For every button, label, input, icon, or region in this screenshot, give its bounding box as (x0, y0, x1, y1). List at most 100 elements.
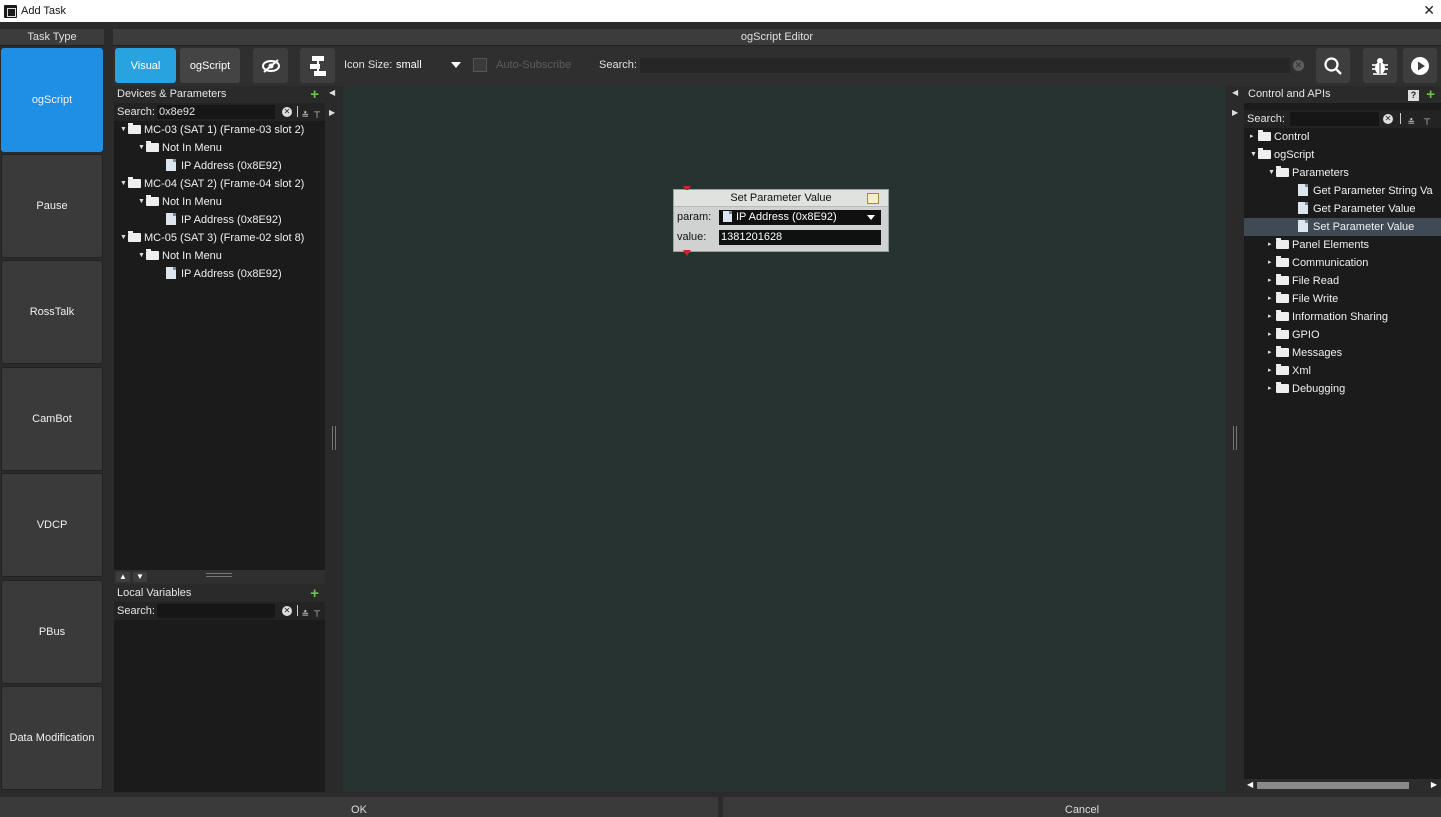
clear-search-icon[interactable]: ✕ (282, 107, 292, 117)
tree-item-information-sharing[interactable]: ▸ Information Sharing (1244, 308, 1441, 326)
resize-handle[interactable] (332, 426, 336, 450)
file-icon (1298, 202, 1308, 214)
tree-item-messages[interactable]: ▸ Messages (1244, 344, 1441, 362)
tree-item-set-parameter-value[interactable]: Set Parameter Value (1244, 218, 1441, 236)
expand-right-icon[interactable]: ▶ (1232, 108, 1238, 117)
expand-arrow-icon[interactable]: ▸ (1268, 272, 1276, 290)
devices-search-input[interactable]: 0x8e92 (157, 105, 275, 119)
expand-arrow-icon[interactable]: ▼ (1268, 164, 1276, 182)
tree-item-get-parameter-value[interactable]: Get Parameter Value (1244, 200, 1441, 218)
flowchart-icon[interactable] (300, 48, 335, 83)
move-down-icon[interactable]: ▼ (133, 572, 147, 582)
task-type-rosstalk-button[interactable]: RossTalk (1, 260, 103, 364)
expand-arrow-icon[interactable]: ▸ (1268, 308, 1276, 326)
expand-arrow-icon[interactable]: ▸ (1268, 326, 1276, 344)
expand-arrow-icon[interactable]: ▼ (120, 229, 128, 247)
move-up-icon[interactable]: ▲ (116, 572, 130, 582)
collapse-left-icon[interactable]: ◀ (1232, 88, 1238, 97)
bug-icon[interactable] (1363, 48, 1397, 83)
tree-item-parameters[interactable]: ▼ Parameters (1244, 164, 1441, 182)
tree-item-param[interactable]: IP Address (0x8E92) (114, 211, 325, 229)
expand-arrow-icon[interactable]: ▼ (120, 121, 128, 139)
expand-arrow-icon[interactable]: ▸ (1268, 380, 1276, 398)
task-type-cambot-button[interactable]: CamBot (1, 367, 103, 471)
task-type-pbus-button[interactable]: PBus (1, 580, 103, 684)
panel-splitter[interactable]: ▲ ▼ (114, 570, 325, 584)
eye-slash-icon[interactable] (253, 48, 288, 83)
tree-item-param[interactable]: IP Address (0x8E92) (114, 157, 325, 175)
expand-arrow-icon[interactable]: ▸ (1268, 362, 1276, 380)
tree-item-gpio[interactable]: ▸ GPIO (1244, 326, 1441, 344)
clear-search-icon[interactable]: ✕ (1293, 60, 1304, 71)
apis-search-input[interactable] (1290, 112, 1379, 126)
folder-icon (1276, 310, 1289, 321)
clear-search-icon[interactable]: ✕ (1383, 114, 1393, 124)
value-input[interactable]: 1381201628 (719, 230, 881, 245)
expand-arrow-icon[interactable]: ▸ (1268, 290, 1276, 308)
expand-arrow-icon[interactable]: ▸ (1268, 254, 1276, 272)
visual-mode-button[interactable]: Visual (115, 48, 176, 83)
play-icon[interactable] (1403, 48, 1437, 83)
local-variables-panel: Local Variables + Search: ✕ ≛ ⊤ (114, 585, 325, 792)
tree-item-communication[interactable]: ▸ Communication (1244, 254, 1441, 272)
tree-item-folder[interactable]: ▼ Not In Menu (114, 139, 325, 157)
collapse-all-icon[interactable]: ⊤ (313, 605, 321, 623)
visual-canvas[interactable]: Set Parameter Value param: IP Address (0… (343, 86, 1226, 792)
expand-right-icon[interactable]: ▶ (329, 108, 335, 117)
tree-item-ogscript[interactable]: ▼ ogScript (1244, 146, 1441, 164)
expand-arrow-icon[interactable]: ▸ (1250, 128, 1258, 146)
icon-size-select[interactable]: small (396, 55, 464, 75)
horizontal-scrollbar[interactable]: ◀ ▶ (1244, 779, 1441, 792)
edit-icon[interactable] (867, 193, 879, 204)
help-icon[interactable]: ? (1408, 90, 1419, 101)
local-variables-search-row: Search: ✕ ≛ ⊤ (114, 602, 325, 620)
tree-item-param[interactable]: IP Address (0x8E92) (114, 265, 325, 283)
tree-item-control[interactable]: ▸ Control (1244, 128, 1441, 146)
output-connector[interactable] (683, 250, 691, 256)
collapse-left-icon[interactable]: ◀ (329, 88, 335, 97)
param-select[interactable]: IP Address (0x8E92) (719, 210, 881, 225)
clear-search-icon[interactable]: ✕ (282, 606, 292, 616)
expand-arrow-icon[interactable]: ▼ (1250, 146, 1258, 164)
auto-subscribe-checkbox[interactable] (473, 58, 487, 72)
tree-item-file-write[interactable]: ▸ File Write (1244, 290, 1441, 308)
tree-item-folder[interactable]: ▼ Not In Menu (114, 247, 325, 265)
expand-all-icon[interactable]: ≛ (301, 605, 309, 623)
resize-handle[interactable] (1233, 426, 1237, 450)
expand-arrow-icon[interactable]: ▸ (1268, 236, 1276, 254)
tree-item-debugging[interactable]: ▸ Debugging (1244, 380, 1441, 398)
expand-arrow-icon[interactable]: ▼ (138, 193, 146, 211)
expand-arrow-icon[interactable]: ▼ (120, 175, 128, 193)
scroll-left-icon[interactable]: ◀ (1247, 780, 1253, 789)
set-parameter-value-node[interactable]: Set Parameter Value param: IP Address (0… (673, 186, 889, 256)
task-type-vdcp-button[interactable]: VDCP (1, 473, 103, 577)
search-input[interactable] (640, 58, 1290, 73)
add-icon[interactable]: + (310, 585, 319, 602)
tree-item-file-read[interactable]: ▸ File Read (1244, 272, 1441, 290)
ok-button[interactable]: OK (0, 797, 718, 817)
expand-arrow-icon[interactable]: ▼ (138, 139, 146, 157)
node-header: Set Parameter Value (674, 190, 888, 207)
tree-item-device[interactable]: ▼ MC-04 (SAT 2) (Frame-04 slot 2) (114, 175, 325, 193)
search-icon[interactable] (1316, 48, 1350, 83)
tree-item-xml[interactable]: ▸ Xml (1244, 362, 1441, 380)
tree-item-get-parameter-string[interactable]: Get Parameter String Va (1244, 182, 1441, 200)
expand-arrow-icon[interactable]: ▼ (138, 247, 146, 265)
tree-item-folder[interactable]: ▼ Not In Menu (114, 193, 325, 211)
expand-arrow-icon[interactable]: ▸ (1268, 344, 1276, 362)
ogscript-mode-button[interactable]: ogScript (180, 48, 240, 83)
task-type-ogscript-button[interactable]: ogScript (1, 48, 103, 152)
tree-item-device[interactable]: ▼ MC-03 (SAT 1) (Frame-03 slot 2) (114, 121, 325, 139)
local-variables-search-input[interactable] (157, 604, 275, 618)
resize-handle[interactable] (206, 573, 232, 577)
add-icon[interactable]: + (310, 86, 319, 103)
task-type-pause-button[interactable]: Pause (1, 154, 103, 258)
task-type-data-modification-button[interactable]: Data Modification (1, 686, 103, 790)
tree-item-panel-elements[interactable]: ▸ Panel Elements (1244, 236, 1441, 254)
add-icon[interactable]: + (1426, 86, 1435, 103)
tree-item-device[interactable]: ▼ MC-05 (SAT 3) (Frame-02 slot 8) (114, 229, 325, 247)
scroll-right-icon[interactable]: ▶ (1431, 780, 1437, 789)
scrollbar-thumb[interactable] (1257, 782, 1409, 789)
cancel-button[interactable]: Cancel (723, 797, 1441, 817)
close-icon[interactable]: ✕ (1423, 2, 1435, 19)
